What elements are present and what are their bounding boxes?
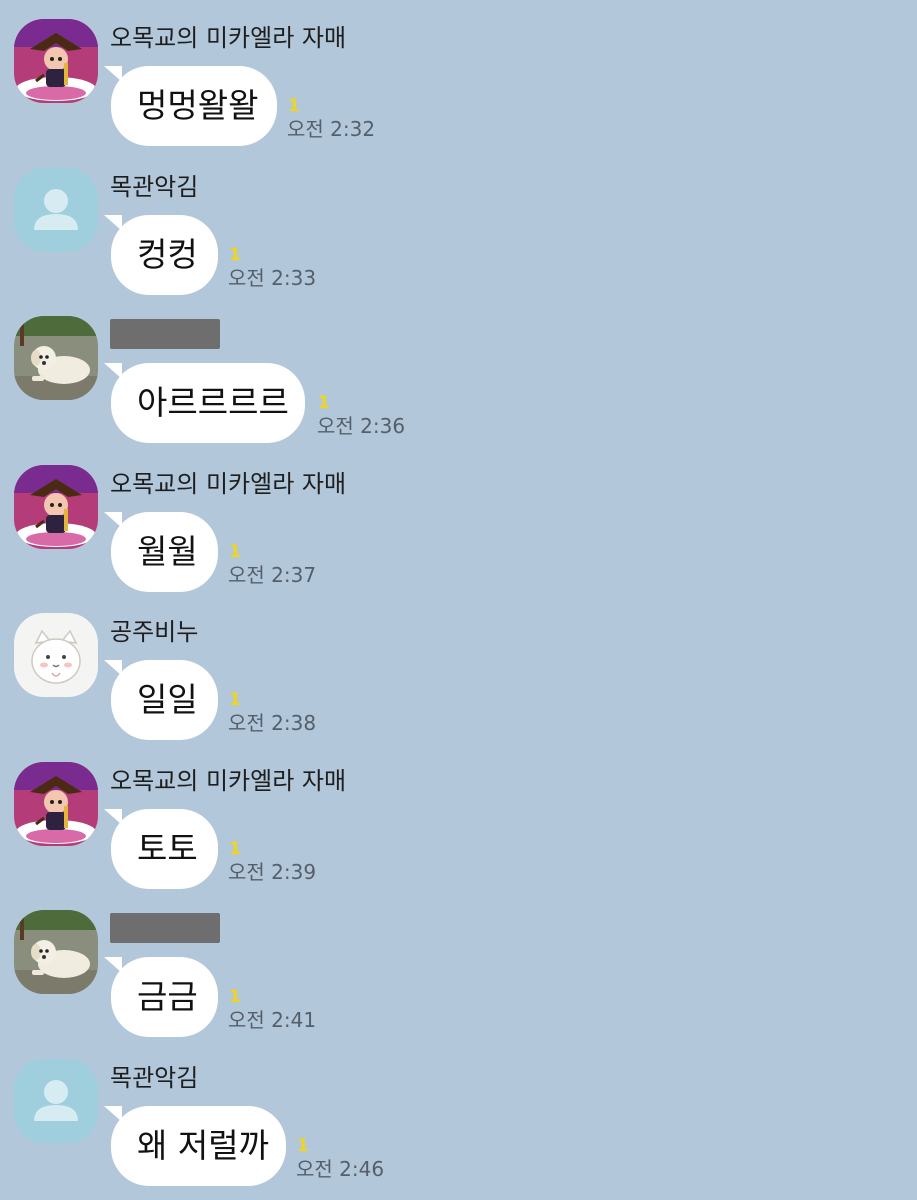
chat-message-row: 오목교의 미카엘라 자매 월월 1 오전 2:37: [0, 446, 917, 594]
timestamp: 오전 2:41: [228, 1008, 317, 1032]
default-profile-icon[interactable]: [14, 1059, 98, 1143]
sender-name: 목관악김: [110, 1064, 199, 1092]
unread-count: 1: [229, 690, 241, 710]
chat-message-row: 공주비누 일일 1 오전 2:38: [0, 594, 917, 742]
redacted-sender-name: [110, 319, 220, 349]
unread-count: 1: [297, 1136, 309, 1156]
message-bubble[interactable]: 아르르르르: [111, 363, 305, 443]
unread-count: 1: [288, 96, 300, 116]
message-bubble[interactable]: 금금: [111, 957, 218, 1037]
message-meta: 1 오전 2:38: [228, 690, 316, 736]
redacted-sender-name: [110, 913, 220, 943]
puppy-photo-icon[interactable]: [14, 316, 98, 400]
message-meta: 1 오전 2:33: [228, 245, 316, 291]
message-bubble[interactable]: 월월: [111, 512, 218, 592]
sender-name: 공주비누: [110, 618, 199, 646]
chat-message-row: 오목교의 미카엘라 자매 멍멍왈왈 1 오전 2:32: [0, 0, 917, 148]
pirate-character-icon[interactable]: [14, 465, 98, 549]
message-meta: 1 오전 2:39: [228, 839, 316, 885]
unread-count: 1: [229, 987, 241, 1007]
message-bubble[interactable]: 일일: [111, 660, 218, 740]
sender-name: 오목교의 미카엘라 자매: [110, 767, 347, 795]
timestamp: 오전 2:38: [228, 711, 317, 735]
chat-message-row: 목관악김 컹컹 1 오전 2:33: [0, 149, 917, 297]
unread-count: 1: [229, 542, 241, 562]
chat-message-row: 목관악김 왜 저럴까 1 오전 2:46: [0, 1040, 917, 1188]
message-meta: 1 오전 2:37: [228, 542, 316, 588]
unread-count: 1: [318, 393, 330, 413]
sender-name: 목관악김: [110, 173, 199, 201]
chat-message-row: 아르르르르 1 오전 2:36: [0, 297, 917, 445]
chat-message-list: 오목교의 미카엘라 자매 멍멍왈왈 1 오전 2:32 목관악김 컹컹 1 오전 2:33 아르…: [0, 0, 917, 1200]
sender-name: 오목교의 미카엘라 자매: [110, 470, 347, 498]
message-meta: 1 오전 2:46: [296, 1136, 384, 1182]
message-bubble[interactable]: 왜 저럴까: [111, 1106, 286, 1186]
chat-message-row: 오목교의 미카엘라 자매 토토 1 오전 2:39: [0, 743, 917, 891]
pirate-character-icon[interactable]: [14, 762, 98, 846]
message-meta: 1 오전 2:32: [287, 96, 375, 142]
pirate-character-icon[interactable]: [14, 19, 98, 103]
message-bubble[interactable]: 토토: [111, 809, 218, 889]
timestamp: 오전 2:46: [296, 1157, 385, 1181]
timestamp: 오전 2:36: [317, 414, 406, 438]
unread-count: 1: [229, 245, 241, 265]
white-cat-icon[interactable]: [14, 613, 98, 697]
puppy-photo-icon[interactable]: [14, 910, 98, 994]
message-bubble[interactable]: 컹컹: [111, 215, 218, 295]
chat-message-row: 금금 1 오전 2:41: [0, 891, 917, 1039]
message-meta: 1 오전 2:36: [317, 393, 405, 439]
message-meta: 1 오전 2:41: [228, 987, 316, 1033]
default-profile-icon[interactable]: [14, 168, 98, 252]
timestamp: 오전 2:39: [228, 860, 317, 884]
unread-count: 1: [229, 839, 241, 859]
message-bubble[interactable]: 멍멍왈왈: [111, 66, 277, 146]
sender-name: 오목교의 미카엘라 자매: [110, 24, 347, 52]
timestamp: 오전 2:32: [287, 117, 376, 141]
timestamp: 오전 2:33: [228, 266, 317, 290]
timestamp: 오전 2:37: [228, 563, 317, 587]
